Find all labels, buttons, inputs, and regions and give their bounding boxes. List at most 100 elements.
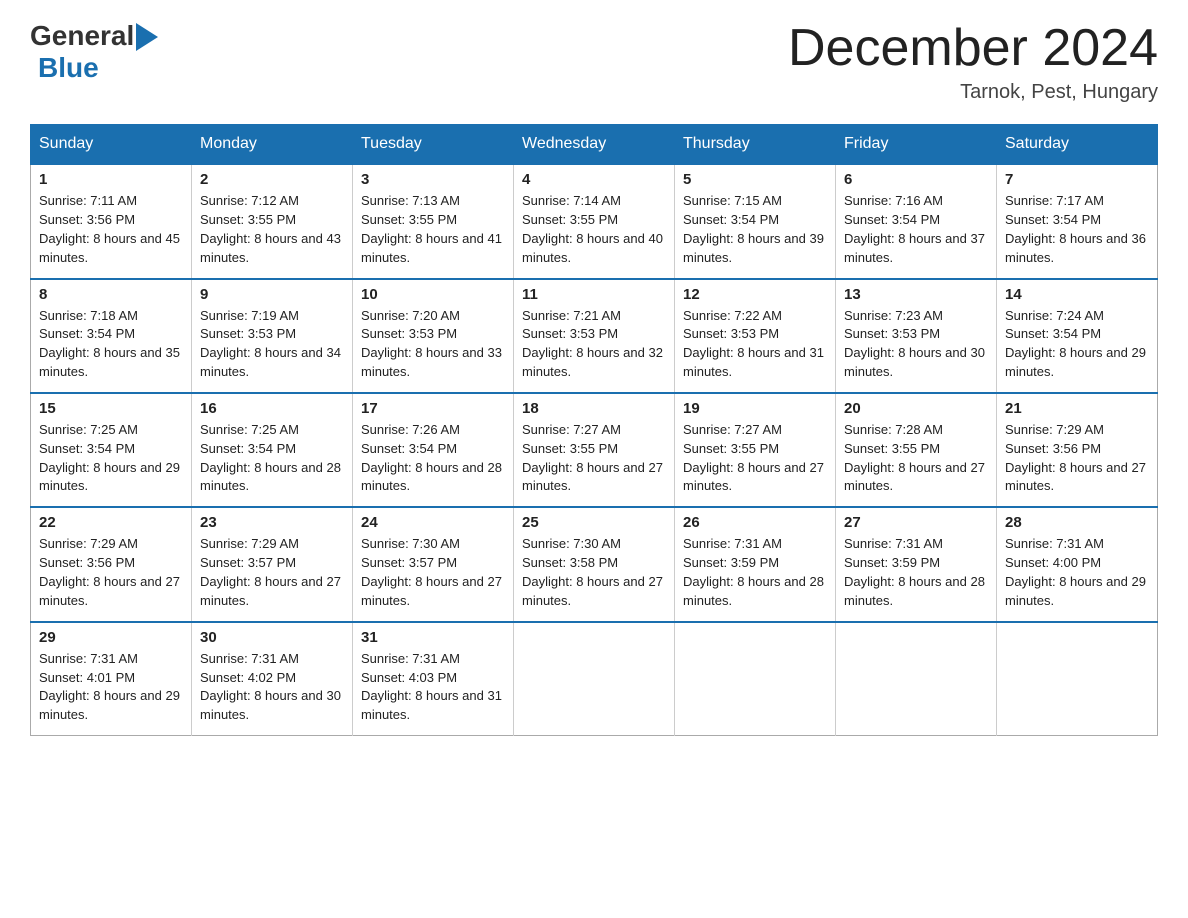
day-number: 9 [200,286,344,303]
calendar-cell: 17Sunrise: 7:26 AMSunset: 3:54 PMDayligh… [353,393,514,507]
weekday-header-friday: Friday [836,125,997,165]
week-row-1: 1 Sunrise: 7:11 AMSunset: 3:56 PMDaylight… [31,164,1158,278]
day-number: 2 [200,171,344,188]
weekday-header-row: SundayMondayTuesdayWednesdayThursdayFrid… [31,125,1158,165]
day-number: 25 [522,514,666,531]
day-info: Sunrise: 7:30 AMSunset: 3:57 PMDaylight:… [361,535,505,610]
day-info: Sunrise: 7:31 AMSunset: 4:01 PMDaylight:… [39,650,183,725]
calendar-cell: 31 Sunrise: 7:31 AMSunset: 4:03 PMDayligh… [353,622,514,736]
day-info: Sunrise: 7:27 AMSunset: 3:55 PMDaylight:… [683,421,827,496]
day-number: 20 [844,400,988,417]
day-number: 22 [39,514,183,531]
weekday-header-tuesday: Tuesday [353,125,514,165]
day-info: Sunrise: 7:31 AMSunset: 4:00 PMDaylight:… [1005,535,1149,610]
calendar-cell: 28 Sunrise: 7:31 AMSunset: 4:00 PMDayligh… [997,507,1158,621]
day-info: Sunrise: 7:20 AMSunset: 3:53 PMDaylight:… [361,307,505,382]
day-number: 11 [522,286,666,303]
calendar-cell: 13 Sunrise: 7:23 AMSunset: 3:53 PMDayligh… [836,279,997,393]
calendar-cell: 8 Sunrise: 7:18 AMSunset: 3:54 PMDaylight… [31,279,192,393]
day-info: Sunrise: 7:18 AMSunset: 3:54 PMDaylight:… [39,307,183,382]
calendar-cell [514,622,675,736]
day-number: 13 [844,286,988,303]
day-number: 3 [361,171,505,188]
day-number: 30 [200,629,344,646]
calendar-cell: 11 Sunrise: 7:21 AMSunset: 3:53 PMDayligh… [514,279,675,393]
day-info: Sunrise: 7:30 AMSunset: 3:58 PMDaylight:… [522,535,666,610]
day-number: 1 [39,171,183,188]
day-number: 14 [1005,286,1149,303]
day-info: Sunrise: 7:25 AMSunset: 3:54 PMDaylight:… [39,421,183,496]
calendar-cell: 29 Sunrise: 7:31 AMSunset: 4:01 PMDayligh… [31,622,192,736]
day-number: 21 [1005,400,1149,417]
calendar-cell: 10 Sunrise: 7:20 AMSunset: 3:53 PMDayligh… [353,279,514,393]
week-row-5: 29 Sunrise: 7:31 AMSunset: 4:01 PMDayligh… [31,622,1158,736]
day-info: Sunrise: 7:14 AMSunset: 3:55 PMDaylight:… [522,192,666,267]
day-info: Sunrise: 7:24 AMSunset: 3:54 PMDaylight:… [1005,307,1149,382]
calendar-cell: 26 Sunrise: 7:31 AMSunset: 3:59 PMDayligh… [675,507,836,621]
calendar-cell: 5Sunrise: 7:15 AMSunset: 3:54 PMDaylight… [675,164,836,278]
weekday-header-sunday: Sunday [31,125,192,165]
day-info: Sunrise: 7:21 AMSunset: 3:53 PMDaylight:… [522,307,666,382]
day-number: 29 [39,629,183,646]
page-header: General Blue December 2024 Tarnok, Pest,… [30,20,1158,104]
calendar-cell: 22Sunrise: 7:29 AMSunset: 3:56 PMDayligh… [31,507,192,621]
day-number: 31 [361,629,505,646]
calendar-cell: 27 Sunrise: 7:31 AMSunset: 3:59 PMDayligh… [836,507,997,621]
day-number: 28 [1005,514,1149,531]
calendar-cell: 23Sunrise: 7:29 AMSunset: 3:57 PMDayligh… [192,507,353,621]
calendar-cell [675,622,836,736]
day-number: 6 [844,171,988,188]
day-number: 4 [522,171,666,188]
calendar-cell: 24 Sunrise: 7:30 AMSunset: 3:57 PMDayligh… [353,507,514,621]
day-number: 7 [1005,171,1149,188]
calendar-cell: 6 Sunrise: 7:16 AMSunset: 3:54 PMDaylight… [836,164,997,278]
calendar-cell: 21Sunrise: 7:29 AMSunset: 3:56 PMDayligh… [997,393,1158,507]
day-number: 18 [522,400,666,417]
day-number: 16 [200,400,344,417]
day-info: Sunrise: 7:23 AMSunset: 3:53 PMDaylight:… [844,307,988,382]
calendar-cell: 14 Sunrise: 7:24 AMSunset: 3:54 PMDayligh… [997,279,1158,393]
day-info: Sunrise: 7:16 AMSunset: 3:54 PMDaylight:… [844,192,988,267]
month-title: December 2024 [788,20,1158,77]
day-info: Sunrise: 7:25 AMSunset: 3:54 PMDaylight:… [200,421,344,496]
day-number: 26 [683,514,827,531]
calendar-cell: 19 Sunrise: 7:27 AMSunset: 3:55 PMDayligh… [675,393,836,507]
day-info: Sunrise: 7:31 AMSunset: 4:02 PMDaylight:… [200,650,344,725]
calendar-cell [836,622,997,736]
calendar-cell: 3 Sunrise: 7:13 AMSunset: 3:55 PMDaylight… [353,164,514,278]
calendar-cell: 16 Sunrise: 7:25 AMSunset: 3:54 PMDayligh… [192,393,353,507]
day-info: Sunrise: 7:28 AMSunset: 3:55 PMDaylight:… [844,421,988,496]
calendar-cell: 20 Sunrise: 7:28 AMSunset: 3:55 PMDayligh… [836,393,997,507]
calendar-cell: 25 Sunrise: 7:30 AMSunset: 3:58 PMDayligh… [514,507,675,621]
calendar-cell: 4 Sunrise: 7:14 AMSunset: 3:55 PMDaylight… [514,164,675,278]
title-area: December 2024 Tarnok, Pest, Hungary [788,20,1158,104]
logo-triangle-icon [136,23,158,51]
day-info: Sunrise: 7:31 AMSunset: 3:59 PMDaylight:… [844,535,988,610]
day-info: Sunrise: 7:13 AMSunset: 3:55 PMDaylight:… [361,192,505,267]
day-number: 12 [683,286,827,303]
day-info: Sunrise: 7:19 AMSunset: 3:53 PMDaylight:… [200,307,344,382]
day-number: 17 [361,400,505,417]
day-info: Sunrise: 7:11 AMSunset: 3:56 PMDaylight:… [39,192,183,267]
day-number: 27 [844,514,988,531]
weekday-header-wednesday: Wednesday [514,125,675,165]
calendar-cell [997,622,1158,736]
logo-blue-text: Blue [34,52,99,83]
day-number: 5 [683,171,827,188]
day-info: Sunrise: 7:31 AMSunset: 4:03 PMDaylight:… [361,650,505,725]
calendar-cell: 2Sunrise: 7:12 AMSunset: 3:55 PMDaylight… [192,164,353,278]
day-number: 24 [361,514,505,531]
day-info: Sunrise: 7:29 AMSunset: 3:57 PMDaylight:… [200,535,344,610]
logo: General Blue [30,20,158,84]
calendar-cell: 15Sunrise: 7:25 AMSunset: 3:54 PMDayligh… [31,393,192,507]
calendar-cell: 30 Sunrise: 7:31 AMSunset: 4:02 PMDayligh… [192,622,353,736]
day-number: 8 [39,286,183,303]
week-row-4: 22Sunrise: 7:29 AMSunset: 3:56 PMDayligh… [31,507,1158,621]
week-row-2: 8 Sunrise: 7:18 AMSunset: 3:54 PMDaylight… [31,279,1158,393]
day-info: Sunrise: 7:27 AMSunset: 3:55 PMDaylight:… [522,421,666,496]
day-info: Sunrise: 7:31 AMSunset: 3:59 PMDaylight:… [683,535,827,610]
calendar-cell: 7Sunrise: 7:17 AMSunset: 3:54 PMDaylight… [997,164,1158,278]
day-number: 10 [361,286,505,303]
calendar-cell: 1 Sunrise: 7:11 AMSunset: 3:56 PMDaylight… [31,164,192,278]
day-number: 19 [683,400,827,417]
